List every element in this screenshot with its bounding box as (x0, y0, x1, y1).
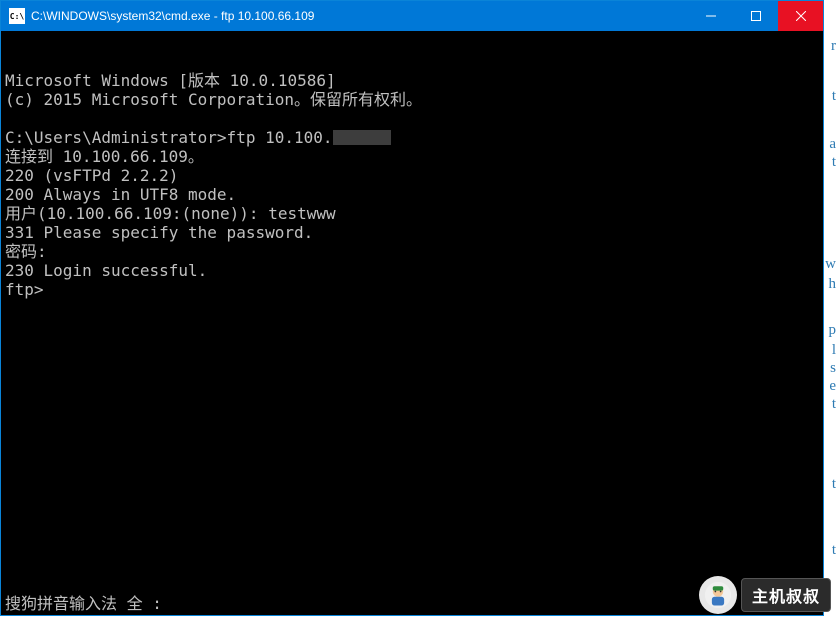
cropped-letter: s (830, 360, 836, 377)
cropped-letter: w (825, 256, 836, 273)
terminal-line: 连接到 10.100.66.109。 (5, 147, 819, 166)
terminal-line: 331 Please specify the password. (5, 223, 819, 242)
maximize-button[interactable] (733, 1, 778, 31)
cropped-letter: t (832, 154, 836, 171)
terminal-line: 200 Always in UTF8 mode. (5, 185, 819, 204)
minimize-button[interactable] (688, 1, 733, 31)
close-button[interactable] (778, 1, 823, 31)
titlebar[interactable]: C:\ C:\WINDOWS\system32\cmd.exe - ftp 10… (1, 1, 823, 31)
terminal-line: 用户(10.100.66.109:(none)): testwww (5, 204, 819, 223)
cropped-letter: p (829, 322, 837, 339)
cropped-letter: h (829, 276, 837, 293)
terminal-line: 密码: (5, 242, 819, 261)
watermark-logo: 主机叔叔 (699, 576, 831, 614)
cropped-page-text: rtatwhplsettt (824, 0, 837, 618)
cropped-letter: t (832, 476, 836, 493)
cropped-letter: t (832, 88, 836, 105)
window-title: C:\WINDOWS\system32\cmd.exe - ftp 10.100… (31, 9, 314, 23)
terminal-output[interactable]: Microsoft Windows [版本 10.0.10586](c) 201… (1, 31, 823, 615)
terminal-line: 220 (vsFTPd 2.2.2) (5, 166, 819, 185)
cropped-letter: l (832, 342, 836, 359)
cropped-letter: t (832, 396, 836, 413)
watermark-brand-text: 主机叔叔 (741, 578, 831, 612)
ime-status-bar: 搜狗拼音输入法 全 : (5, 594, 162, 613)
terminal-line (5, 109, 819, 128)
terminal-line: C:\Users\Administrator>ftp 10.100. (5, 128, 819, 147)
redacted-block (333, 130, 391, 145)
terminal-line: (c) 2015 Microsoft Corporation。保留所有权利。 (5, 90, 819, 109)
cropped-letter: e (829, 378, 836, 395)
terminal-line: 230 Login successful. (5, 261, 819, 280)
terminal-line: ftp> (5, 280, 819, 299)
terminal-line: Microsoft Windows [版本 10.0.10586] (5, 71, 819, 90)
cmd-icon: C:\ (9, 8, 25, 24)
cropped-letter: t (832, 542, 836, 559)
cmd-window: C:\ C:\WINDOWS\system32\cmd.exe - ftp 10… (0, 0, 824, 616)
cropped-letter: r (831, 38, 836, 55)
watermark-avatar-icon (699, 576, 737, 614)
cropped-letter: a (829, 136, 836, 153)
